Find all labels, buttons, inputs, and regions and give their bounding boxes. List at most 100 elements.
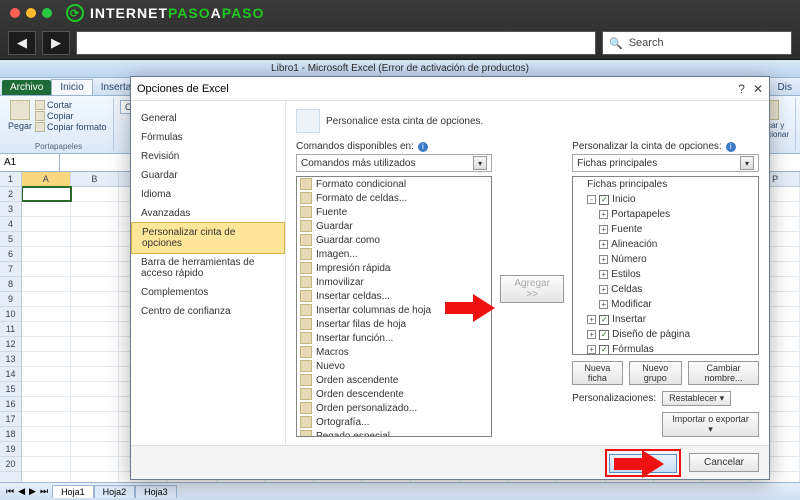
options-category[interactable]: Barra de herramientas de acceso rápido [131, 253, 285, 283]
command-item[interactable]: Insertar columnas de hoja [297, 303, 491, 317]
row-header[interactable]: 5 [0, 232, 21, 247]
cell[interactable] [71, 202, 120, 216]
cell[interactable] [22, 397, 71, 411]
row-header[interactable]: 2 [0, 187, 21, 202]
command-item[interactable]: Macros [297, 345, 491, 359]
row-header[interactable]: 19 [0, 442, 21, 457]
expand-icon[interactable]: + [599, 270, 608, 279]
row-header[interactable]: 6 [0, 247, 21, 262]
command-item[interactable]: Insertar función... [297, 331, 491, 345]
expand-icon[interactable]: + [599, 210, 608, 219]
cell[interactable] [22, 442, 71, 456]
sheet-nav-last[interactable]: ⏭ [40, 486, 48, 497]
row-header[interactable]: 4 [0, 217, 21, 232]
row-header[interactable]: 1 [0, 172, 21, 187]
tree-node[interactable]: +Portapapeles [573, 207, 758, 222]
cell[interactable] [22, 457, 71, 471]
row-header[interactable]: 8 [0, 277, 21, 292]
cell[interactable] [71, 382, 120, 396]
cell[interactable] [71, 307, 120, 321]
command-item[interactable]: Insertar celdas... [297, 289, 491, 303]
sheet-nav-next[interactable]: ▶ [29, 486, 36, 497]
expand-icon[interactable]: + [587, 330, 596, 339]
ribbon-tab-inicio[interactable]: Inicio [51, 79, 92, 95]
checkbox[interactable]: ✓ [599, 315, 609, 325]
cell[interactable] [71, 337, 120, 351]
new-group-button[interactable]: Nuevo grupo [629, 361, 682, 385]
reset-button[interactable]: Restablecer ▾ [662, 391, 731, 406]
cell[interactable] [71, 247, 120, 261]
expand-icon[interactable]: + [599, 225, 608, 234]
row-header[interactable]: 9 [0, 292, 21, 307]
nav-forward-button[interactable]: ▶ [42, 31, 70, 55]
cell[interactable] [22, 247, 71, 261]
expand-icon[interactable]: + [599, 240, 608, 249]
expand-icon[interactable]: + [599, 255, 608, 264]
tree-node[interactable]: +✓Insertar [573, 312, 758, 327]
cell[interactable] [71, 457, 120, 471]
command-item[interactable]: Guardar [297, 219, 491, 233]
command-item[interactable]: Imagen... [297, 247, 491, 261]
command-item[interactable]: Ortografía... [297, 415, 491, 429]
cell[interactable] [71, 262, 120, 276]
cell[interactable] [22, 292, 71, 306]
cell[interactable] [22, 262, 71, 276]
options-category[interactable]: Avanzadas [131, 204, 285, 223]
name-box[interactable]: A1 [0, 154, 60, 171]
sheet-tab[interactable]: Hoja1 [52, 485, 94, 498]
cell[interactable] [22, 472, 71, 482]
cell[interactable] [71, 187, 120, 201]
row-header[interactable]: 12 [0, 337, 21, 352]
cell[interactable] [71, 277, 120, 291]
command-item[interactable]: Impresión rápida [297, 261, 491, 275]
expand-icon[interactable]: + [599, 300, 608, 309]
options-category[interactable]: Guardar [131, 166, 285, 185]
cell[interactable] [71, 367, 120, 381]
search-input[interactable]: 🔍 Search [602, 31, 792, 55]
tree-node[interactable]: +Estilos [573, 267, 758, 282]
tree-node[interactable]: -✓Inicio [573, 192, 758, 207]
col-header[interactable]: A [22, 172, 71, 186]
copy-icon[interactable] [35, 111, 45, 121]
cell[interactable] [22, 352, 71, 366]
row-header[interactable]: 10 [0, 307, 21, 322]
cell[interactable] [71, 292, 120, 306]
ribbon-tab-partial[interactable]: Dis [770, 80, 800, 95]
options-category[interactable]: Centro de confianza [131, 302, 285, 321]
cell[interactable] [22, 382, 71, 396]
command-item[interactable]: Orden personalizado... [297, 401, 491, 415]
cell[interactable] [71, 397, 120, 411]
command-item[interactable]: Nuevo [297, 359, 491, 373]
expand-icon[interactable]: + [587, 315, 596, 324]
command-item[interactable]: Fuente [297, 205, 491, 219]
sheet-tab[interactable]: Hoja3 [135, 485, 177, 498]
add-command-button[interactable]: Agregar >> [500, 275, 564, 303]
cell[interactable] [22, 412, 71, 426]
info-icon[interactable]: i [418, 142, 428, 152]
cell[interactable] [71, 442, 120, 456]
cell[interactable] [71, 322, 120, 336]
row-header[interactable]: 14 [0, 367, 21, 382]
cell[interactable] [22, 427, 71, 441]
commands-listbox[interactable]: Formato condicionalFormato de celdas...F… [296, 176, 492, 437]
tree-node[interactable]: +Fuente [573, 222, 758, 237]
cell[interactable] [22, 277, 71, 291]
accept-button[interactable]: Aceptar [609, 454, 677, 473]
tree-node[interactable]: +Modificar [573, 297, 758, 312]
options-category[interactable]: Personalizar cinta de opciones [131, 222, 285, 254]
tree-node[interactable]: +Número [573, 252, 758, 267]
command-item[interactable]: Pegado especial... [297, 429, 491, 437]
sheet-nav-first[interactable]: ⏮ [6, 486, 14, 497]
row-header[interactable]: 3 [0, 202, 21, 217]
row-header[interactable]: 17 [0, 412, 21, 427]
row-header[interactable]: 20 [0, 457, 21, 472]
row-header[interactable]: 15 [0, 382, 21, 397]
sheet-nav-prev[interactable]: ◀ [18, 486, 25, 497]
sheet-tab[interactable]: Hoja2 [94, 485, 136, 498]
tree-node[interactable]: Fichas principales [573, 177, 758, 192]
cell[interactable] [22, 367, 71, 381]
cell[interactable] [22, 337, 71, 351]
cancel-button[interactable]: Cancelar [689, 453, 759, 472]
options-category[interactable]: Complementos [131, 283, 285, 302]
rename-button[interactable]: Cambiar nombre... [688, 361, 759, 385]
